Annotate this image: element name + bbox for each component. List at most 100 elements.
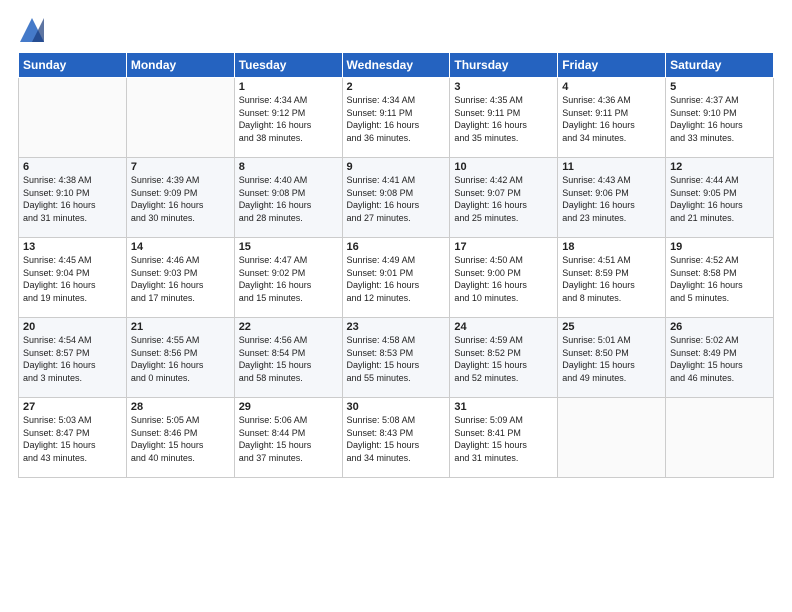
day-number: 29 [239, 401, 338, 413]
calendar-cell: 10Sunrise: 4:42 AM Sunset: 9:07 PM Dayli… [450, 158, 558, 238]
day-number: 21 [131, 321, 230, 333]
calendar-cell: 25Sunrise: 5:01 AM Sunset: 8:50 PM Dayli… [558, 318, 666, 398]
calendar-cell: 16Sunrise: 4:49 AM Sunset: 9:01 PM Dayli… [342, 238, 450, 318]
calendar-cell: 23Sunrise: 4:58 AM Sunset: 8:53 PM Dayli… [342, 318, 450, 398]
calendar-cell: 2Sunrise: 4:34 AM Sunset: 9:11 PM Daylig… [342, 78, 450, 158]
day-info: Sunrise: 4:54 AM Sunset: 8:57 PM Dayligh… [23, 334, 122, 384]
calendar-day-header: Thursday [450, 53, 558, 78]
day-number: 22 [239, 321, 338, 333]
day-number: 7 [131, 161, 230, 173]
day-number: 2 [347, 81, 446, 93]
calendar-cell: 17Sunrise: 4:50 AM Sunset: 9:00 PM Dayli… [450, 238, 558, 318]
day-info: Sunrise: 4:42 AM Sunset: 9:07 PM Dayligh… [454, 174, 553, 224]
day-info: Sunrise: 4:40 AM Sunset: 9:08 PM Dayligh… [239, 174, 338, 224]
day-info: Sunrise: 4:34 AM Sunset: 9:12 PM Dayligh… [239, 94, 338, 144]
day-number: 31 [454, 401, 553, 413]
day-number: 18 [562, 241, 661, 253]
day-number: 6 [23, 161, 122, 173]
day-info: Sunrise: 4:50 AM Sunset: 9:00 PM Dayligh… [454, 254, 553, 304]
calendar-cell: 1Sunrise: 4:34 AM Sunset: 9:12 PM Daylig… [234, 78, 342, 158]
day-info: Sunrise: 4:43 AM Sunset: 9:06 PM Dayligh… [562, 174, 661, 224]
day-info: Sunrise: 5:01 AM Sunset: 8:50 PM Dayligh… [562, 334, 661, 384]
day-info: Sunrise: 5:08 AM Sunset: 8:43 PM Dayligh… [347, 414, 446, 464]
calendar-cell: 19Sunrise: 4:52 AM Sunset: 8:58 PM Dayli… [666, 238, 774, 318]
day-number: 24 [454, 321, 553, 333]
calendar-cell: 3Sunrise: 4:35 AM Sunset: 9:11 PM Daylig… [450, 78, 558, 158]
logo [18, 16, 48, 44]
day-number: 30 [347, 401, 446, 413]
calendar-day-header: Saturday [666, 53, 774, 78]
calendar-cell: 26Sunrise: 5:02 AM Sunset: 8:49 PM Dayli… [666, 318, 774, 398]
day-info: Sunrise: 4:49 AM Sunset: 9:01 PM Dayligh… [347, 254, 446, 304]
day-number: 13 [23, 241, 122, 253]
calendar-cell: 24Sunrise: 4:59 AM Sunset: 8:52 PM Dayli… [450, 318, 558, 398]
day-info: Sunrise: 4:36 AM Sunset: 9:11 PM Dayligh… [562, 94, 661, 144]
day-info: Sunrise: 4:58 AM Sunset: 8:53 PM Dayligh… [347, 334, 446, 384]
calendar-week-row: 20Sunrise: 4:54 AM Sunset: 8:57 PM Dayli… [19, 318, 774, 398]
day-info: Sunrise: 4:38 AM Sunset: 9:10 PM Dayligh… [23, 174, 122, 224]
calendar-day-header: Wednesday [342, 53, 450, 78]
calendar-cell: 7Sunrise: 4:39 AM Sunset: 9:09 PM Daylig… [126, 158, 234, 238]
day-number: 3 [454, 81, 553, 93]
day-number: 10 [454, 161, 553, 173]
calendar-day-header: Monday [126, 53, 234, 78]
calendar-cell: 12Sunrise: 4:44 AM Sunset: 9:05 PM Dayli… [666, 158, 774, 238]
day-info: Sunrise: 4:41 AM Sunset: 9:08 PM Dayligh… [347, 174, 446, 224]
day-number: 12 [670, 161, 769, 173]
calendar-cell: 31Sunrise: 5:09 AM Sunset: 8:41 PM Dayli… [450, 398, 558, 478]
calendar-cell: 9Sunrise: 4:41 AM Sunset: 9:08 PM Daylig… [342, 158, 450, 238]
calendar-day-header: Friday [558, 53, 666, 78]
calendar-cell: 29Sunrise: 5:06 AM Sunset: 8:44 PM Dayli… [234, 398, 342, 478]
day-number: 27 [23, 401, 122, 413]
calendar-cell [666, 398, 774, 478]
calendar-cell: 22Sunrise: 4:56 AM Sunset: 8:54 PM Dayli… [234, 318, 342, 398]
logo-icon [18, 16, 46, 44]
day-info: Sunrise: 4:46 AM Sunset: 9:03 PM Dayligh… [131, 254, 230, 304]
day-info: Sunrise: 4:55 AM Sunset: 8:56 PM Dayligh… [131, 334, 230, 384]
day-number: 16 [347, 241, 446, 253]
calendar-header-row: SundayMondayTuesdayWednesdayThursdayFrid… [19, 53, 774, 78]
day-info: Sunrise: 4:45 AM Sunset: 9:04 PM Dayligh… [23, 254, 122, 304]
header [18, 16, 774, 44]
calendar-cell: 14Sunrise: 4:46 AM Sunset: 9:03 PM Dayli… [126, 238, 234, 318]
day-number: 8 [239, 161, 338, 173]
day-number: 9 [347, 161, 446, 173]
day-number: 20 [23, 321, 122, 333]
calendar-table: SundayMondayTuesdayWednesdayThursdayFrid… [18, 52, 774, 478]
day-info: Sunrise: 4:39 AM Sunset: 9:09 PM Dayligh… [131, 174, 230, 224]
day-info: Sunrise: 5:06 AM Sunset: 8:44 PM Dayligh… [239, 414, 338, 464]
calendar-cell: 18Sunrise: 4:51 AM Sunset: 8:59 PM Dayli… [558, 238, 666, 318]
calendar-cell [558, 398, 666, 478]
day-number: 4 [562, 81, 661, 93]
day-number: 14 [131, 241, 230, 253]
day-info: Sunrise: 4:56 AM Sunset: 8:54 PM Dayligh… [239, 334, 338, 384]
day-number: 5 [670, 81, 769, 93]
day-info: Sunrise: 5:05 AM Sunset: 8:46 PM Dayligh… [131, 414, 230, 464]
day-info: Sunrise: 4:44 AM Sunset: 9:05 PM Dayligh… [670, 174, 769, 224]
calendar-cell: 20Sunrise: 4:54 AM Sunset: 8:57 PM Dayli… [19, 318, 127, 398]
day-info: Sunrise: 4:37 AM Sunset: 9:10 PM Dayligh… [670, 94, 769, 144]
day-info: Sunrise: 4:52 AM Sunset: 8:58 PM Dayligh… [670, 254, 769, 304]
calendar-cell: 4Sunrise: 4:36 AM Sunset: 9:11 PM Daylig… [558, 78, 666, 158]
calendar-cell: 15Sunrise: 4:47 AM Sunset: 9:02 PM Dayli… [234, 238, 342, 318]
day-info: Sunrise: 5:03 AM Sunset: 8:47 PM Dayligh… [23, 414, 122, 464]
calendar-cell: 28Sunrise: 5:05 AM Sunset: 8:46 PM Dayli… [126, 398, 234, 478]
day-number: 23 [347, 321, 446, 333]
day-info: Sunrise: 4:47 AM Sunset: 9:02 PM Dayligh… [239, 254, 338, 304]
day-number: 15 [239, 241, 338, 253]
day-info: Sunrise: 5:09 AM Sunset: 8:41 PM Dayligh… [454, 414, 553, 464]
day-number: 25 [562, 321, 661, 333]
calendar-cell [19, 78, 127, 158]
day-info: Sunrise: 4:51 AM Sunset: 8:59 PM Dayligh… [562, 254, 661, 304]
day-info: Sunrise: 5:02 AM Sunset: 8:49 PM Dayligh… [670, 334, 769, 384]
day-number: 19 [670, 241, 769, 253]
day-number: 17 [454, 241, 553, 253]
calendar-page: SundayMondayTuesdayWednesdayThursdayFrid… [0, 0, 792, 612]
calendar-day-header: Tuesday [234, 53, 342, 78]
calendar-week-row: 1Sunrise: 4:34 AM Sunset: 9:12 PM Daylig… [19, 78, 774, 158]
day-info: Sunrise: 4:35 AM Sunset: 9:11 PM Dayligh… [454, 94, 553, 144]
day-number: 11 [562, 161, 661, 173]
day-info: Sunrise: 4:59 AM Sunset: 8:52 PM Dayligh… [454, 334, 553, 384]
day-number: 1 [239, 81, 338, 93]
calendar-cell: 5Sunrise: 4:37 AM Sunset: 9:10 PM Daylig… [666, 78, 774, 158]
